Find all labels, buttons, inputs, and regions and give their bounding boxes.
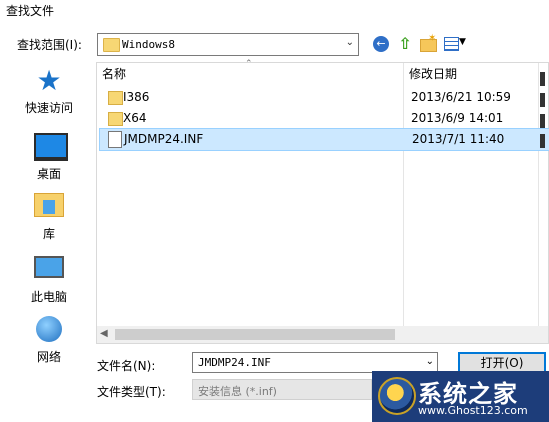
desktop-icon: [34, 133, 68, 161]
filetype-select[interactable]: 安装信息 (*.inf): [192, 379, 372, 400]
file-name: X64: [123, 111, 147, 125]
scroll-left-icon[interactable]: ◀: [100, 328, 108, 339]
place-network[interactable]: 网络: [8, 315, 90, 365]
filetype-label: 文件类型(T):: [97, 385, 166, 399]
vertical-scrollbar[interactable]: [538, 63, 548, 325]
site-logo-icon: [378, 377, 416, 415]
horizontal-scrollbar[interactable]: ◀: [97, 326, 548, 343]
filename-value: JMDMP24.INF: [198, 356, 271, 369]
column-header-name[interactable]: 名称: [102, 63, 126, 87]
place-this-pc[interactable]: 此电脑: [8, 252, 90, 305]
file-name: JMDMP24.INF: [124, 132, 204, 146]
column-header-date[interactable]: 修改日期: [409, 63, 457, 87]
file-row-selected[interactable]: JMDMP24.INF 2013/7/1 11:40: [99, 128, 549, 151]
folder-icon: [108, 91, 123, 105]
window-title: 查找文件: [0, 0, 549, 24]
file-date: 2013/6/21 10:59: [411, 90, 511, 104]
place-desktop[interactable]: 桌面: [8, 130, 90, 182]
chevron-down-icon[interactable]: ⌄: [426, 356, 434, 367]
network-icon: [34, 316, 64, 344]
file-date: 2013/7/1 11:40: [412, 132, 505, 146]
place-label: 快速访问: [24, 101, 73, 115]
star-icon: ★: [36, 64, 62, 97]
scroll-thumb[interactable]: [115, 329, 395, 340]
place-label: 桌面: [36, 167, 61, 181]
folder-icon: [103, 38, 120, 52]
view-menu-icon: [444, 37, 459, 51]
file-date: 2013/6/9 14:01: [411, 111, 504, 125]
place-label: 库: [42, 227, 55, 241]
filename-label: 文件名(N):: [97, 359, 156, 373]
sort-ascending-icon: ⌃: [245, 59, 253, 69]
place-label: 网络: [36, 350, 61, 364]
sparkle-icon: ✶: [428, 33, 437, 44]
file-row[interactable]: I386 2013/6/21 10:59: [99, 87, 548, 108]
new-folder-button[interactable]: ✶: [418, 33, 438, 53]
place-label: 此电脑: [30, 290, 67, 304]
file-list[interactable]: ⌃ 名称 修改日期 I386 2013/6/21 10:59 X64 2013/…: [96, 59, 549, 344]
file-name: I386: [123, 90, 150, 104]
back-button[interactable]: ←: [372, 35, 392, 53]
look-in-value: Windows8: [122, 38, 175, 51]
chevron-down-icon[interactable]: ⌄: [346, 37, 354, 48]
folder-icon: [108, 112, 123, 126]
back-arrow-icon: ←: [373, 36, 389, 52]
up-folder-button[interactable]: ⇧: [395, 35, 415, 53]
up-folder-icon: ⇧: [398, 34, 412, 53]
file-row[interactable]: X64 2013/6/9 14:01: [99, 108, 548, 129]
view-menu-button[interactable]: ▼: [443, 35, 469, 53]
library-icon: [34, 193, 64, 221]
watermark-url: www.Ghost123.com: [418, 404, 528, 417]
computer-icon: [34, 256, 64, 284]
place-quick-access[interactable]: ★ 快速访问: [8, 67, 90, 116]
document-icon: [108, 131, 122, 148]
chevron-down-icon: ▼: [459, 37, 466, 47]
watermark: 系统之家 www.Ghost123.com: [372, 371, 549, 422]
place-library[interactable]: 库: [8, 190, 90, 242]
filetype-value: 安装信息 (*.inf): [198, 385, 277, 398]
look-in-label: 查找范围(I):: [17, 38, 82, 52]
look-in-dropdown[interactable]: Windows8 ⌄: [97, 33, 359, 56]
places-bar: ★ 快速访问 桌面 库 此电脑 网络: [8, 62, 90, 406]
filename-input[interactable]: JMDMP24.INF ⌄: [192, 352, 438, 373]
